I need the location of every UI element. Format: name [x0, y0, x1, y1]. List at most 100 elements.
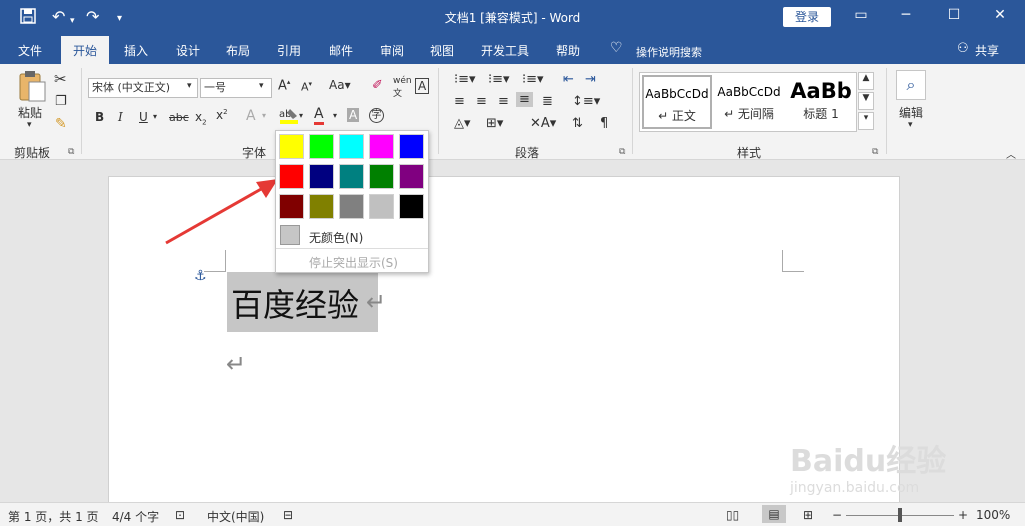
tell-me-search[interactable]: 操作说明搜索	[636, 44, 702, 60]
font-size-dropdown-icon[interactable]: ▾	[259, 81, 264, 91]
highlight-dropdown-icon[interactable]: ▾	[299, 111, 303, 120]
align-left-icon[interactable]: ≡	[454, 94, 465, 109]
format-painter-icon[interactable]: ✎	[55, 116, 67, 132]
change-case-icon[interactable]: Aa▾	[329, 78, 351, 92]
highlight-color-swatch[interactable]	[309, 194, 334, 219]
strikethrough-icon[interactable]: abc	[169, 111, 189, 124]
highlight-color-swatch[interactable]	[369, 164, 394, 189]
styles-scroll-down-icon[interactable]: ▼	[858, 92, 874, 110]
tab-design[interactable]: 设计	[176, 42, 200, 59]
tab-help[interactable]: 帮助	[556, 42, 580, 59]
close-icon[interactable]: ✕	[990, 7, 1010, 23]
ribbon-display-options-icon[interactable]: ▭	[851, 7, 871, 23]
copy-icon[interactable]: ❐	[55, 94, 67, 109]
highlight-color-swatch[interactable]	[339, 134, 364, 159]
highlight-color-swatch[interactable]	[369, 194, 394, 219]
shading-icon[interactable]: ◬▾	[454, 116, 471, 131]
editing-dropdown-icon[interactable]: ▾	[908, 120, 913, 130]
highlight-color-swatch[interactable]	[309, 164, 334, 189]
align-right-icon[interactable]: ≡	[498, 94, 509, 109]
font-name-field[interactable]: 宋体 (中文正文)	[88, 78, 198, 98]
distributed-icon[interactable]: ≣	[542, 94, 553, 109]
paste-button[interactable]: 粘贴	[18, 104, 42, 121]
highlight-color-swatch[interactable]	[399, 164, 424, 189]
bold-icon[interactable]: B	[95, 110, 104, 124]
paste-dropdown-icon[interactable]: ▾	[27, 120, 32, 130]
tab-insert[interactable]: 插入	[124, 42, 148, 59]
numbering-icon[interactable]: ⁝≡▾	[488, 72, 510, 87]
tab-view[interactable]: 视图	[430, 42, 454, 59]
paragraph-dialog-launcher-icon[interactable]: ⧉	[619, 147, 625, 157]
collapse-ribbon-icon[interactable]: ︿	[1006, 146, 1016, 161]
zoom-slider-thumb[interactable]	[898, 508, 902, 522]
text-highlight-color-icon[interactable]: ab	[278, 106, 300, 129]
print-layout-icon[interactable]: ▤	[762, 505, 786, 523]
underline-dropdown-icon[interactable]: ▾	[153, 112, 157, 121]
highlight-color-swatch[interactable]	[369, 134, 394, 159]
line-spacing-icon[interactable]: ↕≡▾	[572, 94, 600, 109]
no-color-option[interactable]: 无颜色(N)	[309, 229, 363, 246]
cut-icon[interactable]: ✂	[54, 70, 67, 88]
zoom-out-icon[interactable]: −	[832, 508, 842, 522]
maximize-icon[interactable]: ☐	[944, 7, 964, 23]
sort-icon[interactable]: ⇅	[572, 116, 583, 131]
enclose-characters-icon[interactable]: A	[415, 78, 430, 94]
page-count[interactable]: 第 1 页，共 1 页	[8, 508, 99, 525]
editing-button[interactable]: 编辑	[899, 104, 923, 121]
styles-scroll-up-icon[interactable]: ▲	[858, 72, 874, 90]
enclosed-character-icon[interactable]: 字	[369, 108, 384, 123]
font-color-icon[interactable]: A	[314, 107, 324, 125]
word-count[interactable]: 4/4 个字	[112, 508, 159, 525]
tab-review[interactable]: 审阅	[380, 42, 404, 59]
login-button[interactable]: 登录	[783, 7, 831, 27]
text-effects-icon[interactable]: A	[246, 108, 256, 124]
tab-home[interactable]: 开始	[61, 36, 110, 64]
character-shading-icon[interactable]: A	[347, 108, 360, 122]
align-center-icon[interactable]: ≡	[476, 94, 487, 109]
justify-icon[interactable]: ≡	[516, 92, 533, 107]
superscript-icon[interactable]: x2	[216, 108, 228, 122]
underline-icon[interactable]: U	[139, 110, 148, 124]
highlight-color-swatch[interactable]	[309, 134, 334, 159]
language-indicator[interactable]: 中文(中国)	[207, 508, 264, 525]
clear-formatting-icon[interactable]: ✐	[372, 78, 383, 93]
tab-mailings[interactable]: 邮件	[329, 42, 353, 59]
shrink-font-icon[interactable]: A▾	[301, 80, 312, 94]
increase-indent-icon[interactable]: ⇥	[585, 72, 596, 87]
highlight-color-swatch[interactable]	[339, 164, 364, 189]
web-layout-icon[interactable]: ⊞	[803, 508, 813, 522]
styles-dialog-launcher-icon[interactable]: ⧉	[872, 147, 878, 157]
read-mode-icon[interactable]: ▯▯	[726, 508, 739, 522]
grow-font-icon[interactable]: A▴	[278, 78, 290, 93]
zoom-level[interactable]: 100%	[976, 508, 1010, 522]
document-text[interactable]: 百度经验	[231, 280, 359, 326]
minimize-icon[interactable]: ─	[896, 7, 916, 23]
share-button[interactable]: 共享	[975, 42, 999, 59]
font-color-dropdown-icon[interactable]: ▾	[333, 111, 337, 120]
paste-icon[interactable]	[17, 70, 47, 105]
highlight-color-swatch[interactable]	[279, 164, 304, 189]
highlight-color-swatch[interactable]	[279, 194, 304, 219]
highlight-color-swatch[interactable]	[279, 134, 304, 159]
tab-references[interactable]: 引用	[277, 42, 301, 59]
highlight-color-swatch[interactable]	[399, 134, 424, 159]
tab-developer[interactable]: 开发工具	[481, 42, 529, 59]
italic-icon[interactable]: I	[118, 110, 123, 124]
highlight-color-swatch[interactable]	[339, 194, 364, 219]
no-color-icon[interactable]	[280, 225, 300, 245]
multilevel-list-icon[interactable]: ⁝≡▾	[522, 72, 544, 87]
phonetic-guide-icon[interactable]: wén 文	[393, 76, 412, 99]
chinese-layout-icon[interactable]: ✕A▾	[530, 116, 556, 131]
text-effects-dropdown-icon[interactable]: ▾	[262, 111, 266, 120]
style-heading-1[interactable]: AaBb 标题 1	[786, 75, 856, 129]
highlight-color-swatch[interactable]	[399, 194, 424, 219]
find-icon[interactable]: ⌕	[896, 70, 926, 100]
bullets-icon[interactable]: ⁝≡▾	[454, 72, 476, 87]
stop-highlight-option[interactable]: 停止突出显示(S)	[309, 254, 398, 271]
accessibility-icon[interactable]: ⊟	[283, 508, 293, 522]
borders-icon[interactable]: ⊞▾	[486, 116, 503, 131]
style-no-spacing[interactable]: AaBbCcDd ↵ 无间隔	[714, 75, 784, 129]
clipboard-dialog-launcher-icon[interactable]: ⧉	[68, 147, 74, 157]
zoom-in-icon[interactable]: +	[958, 508, 968, 522]
tab-layout[interactable]: 布局	[226, 42, 250, 59]
